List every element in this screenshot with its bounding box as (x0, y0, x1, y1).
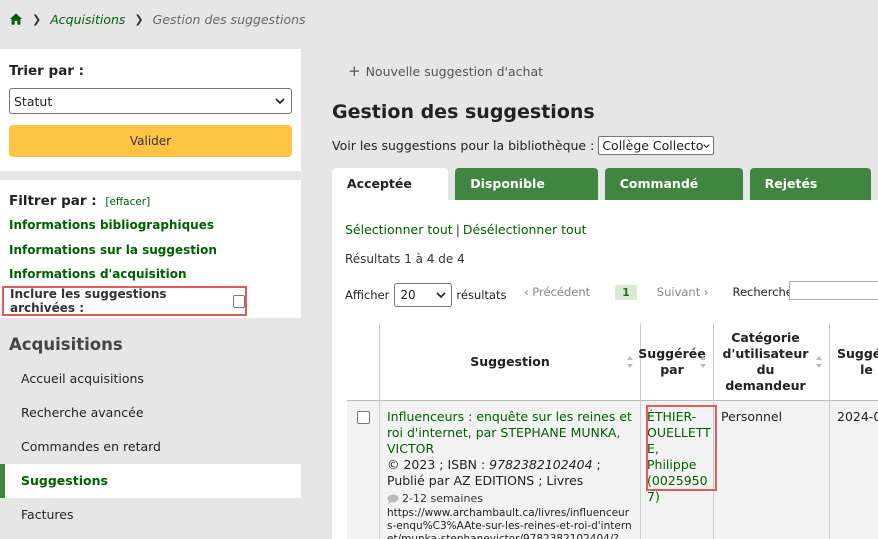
new-suggestion-label: Nouvelle suggestion d'achat (365, 63, 544, 79)
results-count: Résultats 1 à 4 de 4 (345, 252, 465, 266)
sort-icon (627, 356, 633, 368)
search-input[interactable] (789, 281, 878, 300)
tab-disponible[interactable]: Disponible (654) (455, 168, 598, 223)
row-select-cell (347, 401, 380, 539)
home-icon[interactable] (9, 12, 23, 26)
valider-button[interactable]: Valider (9, 125, 292, 157)
breadcrumb-acquisitions[interactable]: Acquisitions (50, 12, 125, 27)
tab-rejetes[interactable]: Rejetés (292) (749, 168, 871, 223)
sort-select-value: Statut (14, 93, 53, 109)
include-archived-label: Inclure les suggestions archivées : (10, 287, 167, 315)
row-category: Personnel (721, 409, 783, 424)
header-select (347, 323, 380, 400)
suggested-by-highlight (646, 405, 717, 491)
table-row: Influenceurs : enquête sur les reines et… (347, 401, 878, 539)
clear-filter-link[interactable]: [effacer] (105, 196, 150, 208)
acquisitions-nav: Acquisitions Accueil acquisitions Recher… (0, 322, 301, 539)
page-title: Gestion des suggestions (332, 101, 595, 123)
nav-item-commandes-retard[interactable]: Commandes en retard (0, 430, 301, 464)
sort-icon (816, 356, 822, 368)
library-label: Voir les suggestions pour la bibliothèqu… (332, 138, 595, 153)
breadcrumb: ❯ Acquisitions ❯ Gestion des suggestions (9, 10, 306, 28)
nav-item-accueil[interactable]: Accueil acquisitions (0, 362, 301, 396)
row-suggestion-cell: Influenceurs : enquête sur les reines et… (380, 401, 641, 539)
library-filter-row: Voir les suggestions pour la bibliothèqu… (332, 136, 715, 155)
suggestions-table: Suggestion Suggérée par Catégorie d'util… (347, 323, 878, 539)
row-date: 2024-0 (837, 409, 878, 424)
new-suggestion-button[interactable]: + Nouvelle suggestion d'achat (348, 62, 543, 80)
sort-title: Trier par : (9, 63, 85, 79)
filter-panel: Filtrer par : [effacer] Informations bib… (0, 180, 301, 318)
chevron-down-icon (436, 292, 446, 299)
include-archived-checkbox[interactable] (232, 294, 245, 308)
page-size-select[interactable]: 20 (394, 283, 453, 307)
deselect-all-link[interactable]: Désélectionner tout (463, 222, 587, 237)
sort-icon (700, 356, 706, 368)
show-suffix: résultats (456, 288, 507, 302)
breadcrumb-current: Gestion des suggestions (152, 11, 306, 27)
separator: | (455, 222, 460, 237)
selection-links: Sélectionner tout | Désélectionner tout (345, 222, 587, 237)
suggestion-meta-prefix: © 2023 ; ISBN : (387, 457, 490, 472)
select-all-link[interactable]: Sélectionner tout (345, 222, 453, 237)
include-archived-row: Inclure les suggestions archivées : (2, 286, 247, 316)
chevron-right-icon: › (703, 285, 709, 299)
row-category-cell: Personnel (714, 401, 830, 539)
page-size-row: Afficher 20 résultats (345, 281, 507, 309)
suggestion-note-text: 2-12 semaines (402, 492, 483, 505)
current-page[interactable]: 1 (615, 284, 637, 300)
sort-panel: Trier par : Statut Valider (0, 49, 301, 171)
filter-title: Filtrer par : [effacer] (9, 193, 292, 213)
library-select-value: Collège Collecto (602, 138, 704, 153)
header-suggestion-label: Suggestion (470, 353, 550, 369)
nav-item-factures[interactable]: Factures (0, 498, 301, 532)
tab-commande[interactable]: Commandé (69) (604, 168, 743, 223)
table-header-row: Suggestion Suggérée par Catégorie d'util… (347, 323, 878, 401)
nav-title: Acquisitions (9, 335, 123, 354)
plus-icon: + (348, 62, 361, 80)
sort-select[interactable]: Statut (9, 88, 292, 114)
filter-suggestion-link[interactable]: Informations sur la suggestion (9, 238, 292, 263)
header-suggestion[interactable]: Suggestion (380, 323, 641, 400)
nav-item-suggestions[interactable]: Suggestions (0, 464, 301, 498)
filter-title-text: Filtrer par : (9, 193, 97, 209)
page-size-value: 20 (400, 288, 416, 302)
suggestion-note: 2-12 semaines (387, 491, 633, 507)
library-select[interactable]: Collège Collecto (598, 136, 715, 155)
prev-page-button[interactable]: ‹ Précédent (524, 285, 590, 299)
header-suggested-on[interactable]: Suggéré le (830, 323, 878, 400)
suggestion-url: https://www.archambault.ca/livres/influe… (387, 507, 632, 539)
chevron-down-icon (275, 98, 285, 105)
next-page-button[interactable]: Suivant › (657, 285, 709, 299)
header-suggested-by[interactable]: Suggérée par (638, 323, 714, 400)
header-category-label: Catégorie d'utilisateur du demandeur (722, 329, 809, 393)
filter-acquisition-link[interactable]: Informations d'acquisition (9, 262, 292, 287)
status-tabs: Acceptée (4) Disponible (654) Commandé (… (332, 168, 878, 223)
chevron-right-icon: ❯ (134, 12, 144, 26)
header-suggested-by-label: Suggérée par (638, 345, 706, 377)
header-suggested-on-label: Suggéré le (837, 345, 878, 377)
nav-item-recherche-avancee[interactable]: Recherche avancée (0, 396, 301, 430)
header-category[interactable]: Catégorie d'utilisateur du demandeur (714, 323, 830, 400)
row-checkbox[interactable] (357, 411, 370, 424)
chevron-left-icon: ‹ (524, 285, 529, 299)
next-page-label: Suivant (656, 285, 701, 299)
chevron-right-icon: ❯ (32, 12, 42, 26)
prev-page-label: Précédent (532, 285, 591, 299)
pagination: ‹ Précédent 1 Suivant › Rechercher : (524, 283, 805, 301)
comment-icon (387, 494, 399, 504)
row-date-cell: 2024-0 (830, 401, 878, 539)
tab-acceptee[interactable]: Acceptée (4) (332, 168, 449, 223)
tab-content: Sélectionner tout | Désélectionner tout Ré… (332, 200, 878, 539)
filter-bibliographic-link[interactable]: Informations bibliographiques (9, 213, 292, 238)
suggestion-meta: © 2023 ; ISBN : 9782382102404 ; Publié p… (387, 457, 633, 489)
suggestion-title-link[interactable]: Influenceurs : enquête sur les reines et… (387, 409, 633, 457)
chevron-down-icon (703, 143, 711, 148)
show-label: Afficher (345, 288, 390, 302)
suggestion-isbn: 9782382102404 (489, 457, 593, 472)
